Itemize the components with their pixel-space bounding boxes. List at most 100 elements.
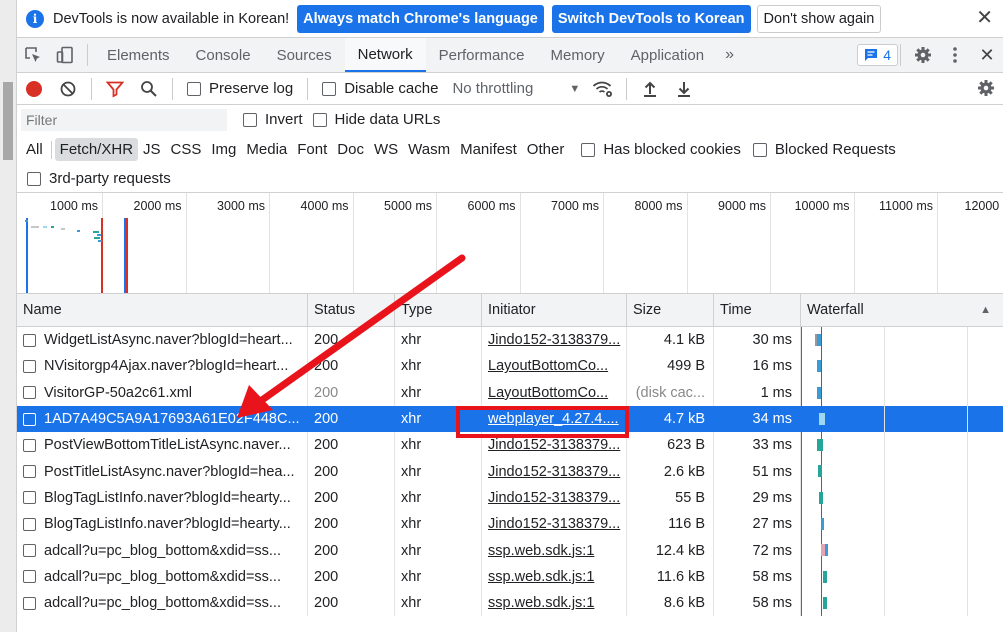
cell-initiator[interactable]: Jindo152-3138379... — [482, 511, 627, 538]
type-js[interactable]: JS — [138, 138, 166, 161]
preserve-log-checkbox[interactable]: Preserve log — [187, 80, 293, 97]
row-checkbox[interactable] — [23, 596, 36, 610]
row-checkbox[interactable] — [23, 517, 36, 531]
more-tabs-icon[interactable]: » — [717, 46, 742, 64]
checkbox-box[interactable] — [312, 112, 327, 127]
scrollbar-thumb[interactable] — [3, 82, 13, 160]
row-checkbox[interactable] — [23, 438, 36, 452]
network-overview-timeline[interactable]: 1000 ms 2000 ms 3000 ms 4000 ms 5000 ms 6000 … — [17, 193, 1003, 294]
table-row[interactable]: WidgetListAsync.naver?blogId=heart... 200… — [17, 327, 1003, 354]
table-row[interactable]: BlogTagListInfo.naver?blogId=hearty... 20… — [17, 484, 1003, 512]
cell-initiator[interactable]: Jindo152-3138379... — [482, 327, 627, 354]
tab-network[interactable]: Network — [344, 38, 426, 72]
import-har-button[interactable] — [633, 74, 667, 104]
type-all[interactable]: All — [21, 138, 48, 161]
throttling-select[interactable]: No throttling ▼ — [452, 80, 580, 97]
row-checkbox[interactable] — [23, 544, 36, 558]
filter-input[interactable]: Filter — [21, 108, 227, 131]
type-img[interactable]: Img — [206, 138, 241, 161]
search-button[interactable] — [132, 74, 166, 104]
disable-cache-checkbox[interactable]: Disable cache — [322, 80, 438, 97]
cell-initiator[interactable]: Jindo152-3138379... — [482, 458, 627, 485]
type-css[interactable]: CSS — [166, 138, 207, 161]
initiator-link[interactable]: Jindo152-3138379... — [488, 332, 620, 348]
table-row[interactable]: VisitorGP-50a2c61.xml 200 xhr LayoutBottomC… — [17, 379, 1003, 406]
row-checkbox[interactable] — [23, 412, 36, 426]
blocked-requests-checkbox[interactable]: Blocked Requests — [752, 141, 896, 158]
cell-initiator[interactable]: LayoutBottomCo... — [482, 379, 627, 406]
initiator-link[interactable]: ssp.web.sdk.js:1 — [488, 543, 594, 559]
tab-performance[interactable]: Performance — [426, 38, 538, 72]
has-blocked-cookies-checkbox[interactable]: Has blocked cookies — [581, 141, 741, 158]
cell-initiator[interactable]: LayoutBottomCo... — [482, 353, 627, 380]
table-row[interactable]: adcall?u=pc_blog_bottom&xdid=ss... 200 xhr… — [17, 563, 1003, 590]
initiator-link[interactable]: ssp.web.sdk.js:1 — [488, 569, 594, 585]
column-header-initiator[interactable]: Initiator — [482, 294, 627, 326]
page-scrollbar[interactable] — [0, 0, 17, 632]
type-manifest[interactable]: Manifest — [455, 138, 522, 161]
cell-name[interactable]: adcall?u=pc_blog_bottom&xdid=ss... — [17, 537, 308, 564]
hide-data-urls-checkbox[interactable]: Hide data URLs — [312, 111, 440, 128]
network-settings-gear-icon[interactable] — [977, 79, 995, 100]
cell-initiator[interactable]: ssp.web.sdk.js:1 — [482, 537, 627, 564]
cell-initiator[interactable]: ssp.web.sdk.js:1 — [482, 589, 627, 617]
cell-name[interactable]: PostTitleListAsync.naver?blogId=hea... — [17, 458, 308, 485]
tab-memory[interactable]: Memory — [538, 38, 618, 72]
cell-name[interactable]: adcall?u=pc_blog_bottom&xdid=ss... — [17, 589, 308, 617]
initiator-link[interactable]: LayoutBottomCo... — [488, 385, 608, 401]
cell-name[interactable]: NVisitorgp4Ajax.naver?blogId=heart... — [17, 353, 308, 380]
column-header-status[interactable]: Status — [308, 294, 395, 326]
initiator-link[interactable]: Jindo152-3138379... — [488, 516, 620, 532]
column-header-size[interactable]: Size — [627, 294, 714, 326]
checkbox-box[interactable] — [27, 171, 41, 186]
column-header-type[interactable]: Type — [395, 294, 482, 326]
filter-toggle-button[interactable] — [98, 74, 132, 104]
dont-show-again-button[interactable]: Don't show again — [756, 4, 882, 33]
issues-counter-button[interactable]: 4 — [857, 44, 898, 66]
type-font[interactable]: Font — [292, 138, 332, 161]
settings-gear-icon[interactable] — [907, 38, 939, 72]
row-checkbox[interactable] — [23, 359, 36, 373]
type-other[interactable]: Other — [522, 138, 570, 161]
switch-to-korean-button[interactable]: Switch DevTools to Korean — [551, 4, 751, 33]
row-checkbox[interactable] — [23, 570, 36, 584]
invert-checkbox[interactable]: Invert — [243, 111, 303, 128]
more-options-icon[interactable] — [939, 38, 971, 72]
cell-initiator[interactable]: Jindo152-3138379... — [482, 484, 627, 512]
tab-application[interactable]: Application — [618, 38, 717, 72]
table-row[interactable]: BlogTagListInfo.naver?blogId=hearty... 20… — [17, 511, 1003, 538]
initiator-link[interactable]: Jindo152-3138379... — [488, 464, 620, 480]
tab-elements[interactable]: Elements — [94, 38, 183, 72]
cell-name[interactable]: BlogTagListInfo.naver?blogId=hearty... — [17, 511, 308, 538]
cell-name[interactable]: BlogTagListInfo.naver?blogId=hearty... — [17, 484, 308, 512]
initiator-link[interactable]: Jindo152-3138379... — [488, 437, 620, 453]
column-header-name[interactable]: Name — [17, 294, 308, 326]
third-party-requests-checkbox[interactable]: 3rd-party requests — [27, 170, 171, 187]
checkbox-box[interactable] — [581, 142, 596, 157]
record-button[interactable] — [17, 74, 51, 104]
inspect-element-icon[interactable] — [17, 38, 49, 72]
row-checkbox[interactable] — [23, 386, 36, 400]
tab-console[interactable]: Console — [183, 38, 264, 72]
cell-name[interactable]: adcall?u=pc_blog_bottom&xdid=ss... — [17, 563, 308, 590]
device-toolbar-icon[interactable] — [49, 38, 81, 72]
always-match-language-button[interactable]: Always match Chrome's language — [297, 4, 544, 33]
column-header-waterfall[interactable]: Waterfall ▲ — [801, 294, 1003, 326]
close-icon[interactable]: ✕ — [976, 8, 993, 28]
row-checkbox[interactable] — [23, 333, 36, 347]
type-ws[interactable]: WS — [369, 138, 403, 161]
cell-name[interactable]: PostViewBottomTitleListAsync.naver... — [17, 432, 308, 459]
checkbox-box[interactable] — [752, 142, 767, 157]
checkbox-box[interactable] — [243, 112, 257, 127]
cell-name[interactable]: VisitorGP-50a2c61.xml — [17, 379, 308, 406]
cell-initiator[interactable]: ssp.web.sdk.js:1 — [482, 563, 627, 590]
type-wasm[interactable]: Wasm — [403, 138, 455, 161]
initiator-link[interactable]: ssp.web.sdk.js:1 — [488, 595, 594, 611]
table-row[interactable]: NVisitorgp4Ajax.naver?blogId=heart... 200… — [17, 353, 1003, 380]
type-media[interactable]: Media — [241, 138, 292, 161]
clear-button[interactable] — [51, 74, 85, 104]
tab-sources[interactable]: Sources — [264, 38, 345, 72]
row-checkbox[interactable] — [23, 491, 36, 505]
cell-name[interactable]: 1AD7A49C5A9A17693A61E02F448C... — [17, 405, 308, 433]
export-har-button[interactable] — [667, 74, 701, 104]
